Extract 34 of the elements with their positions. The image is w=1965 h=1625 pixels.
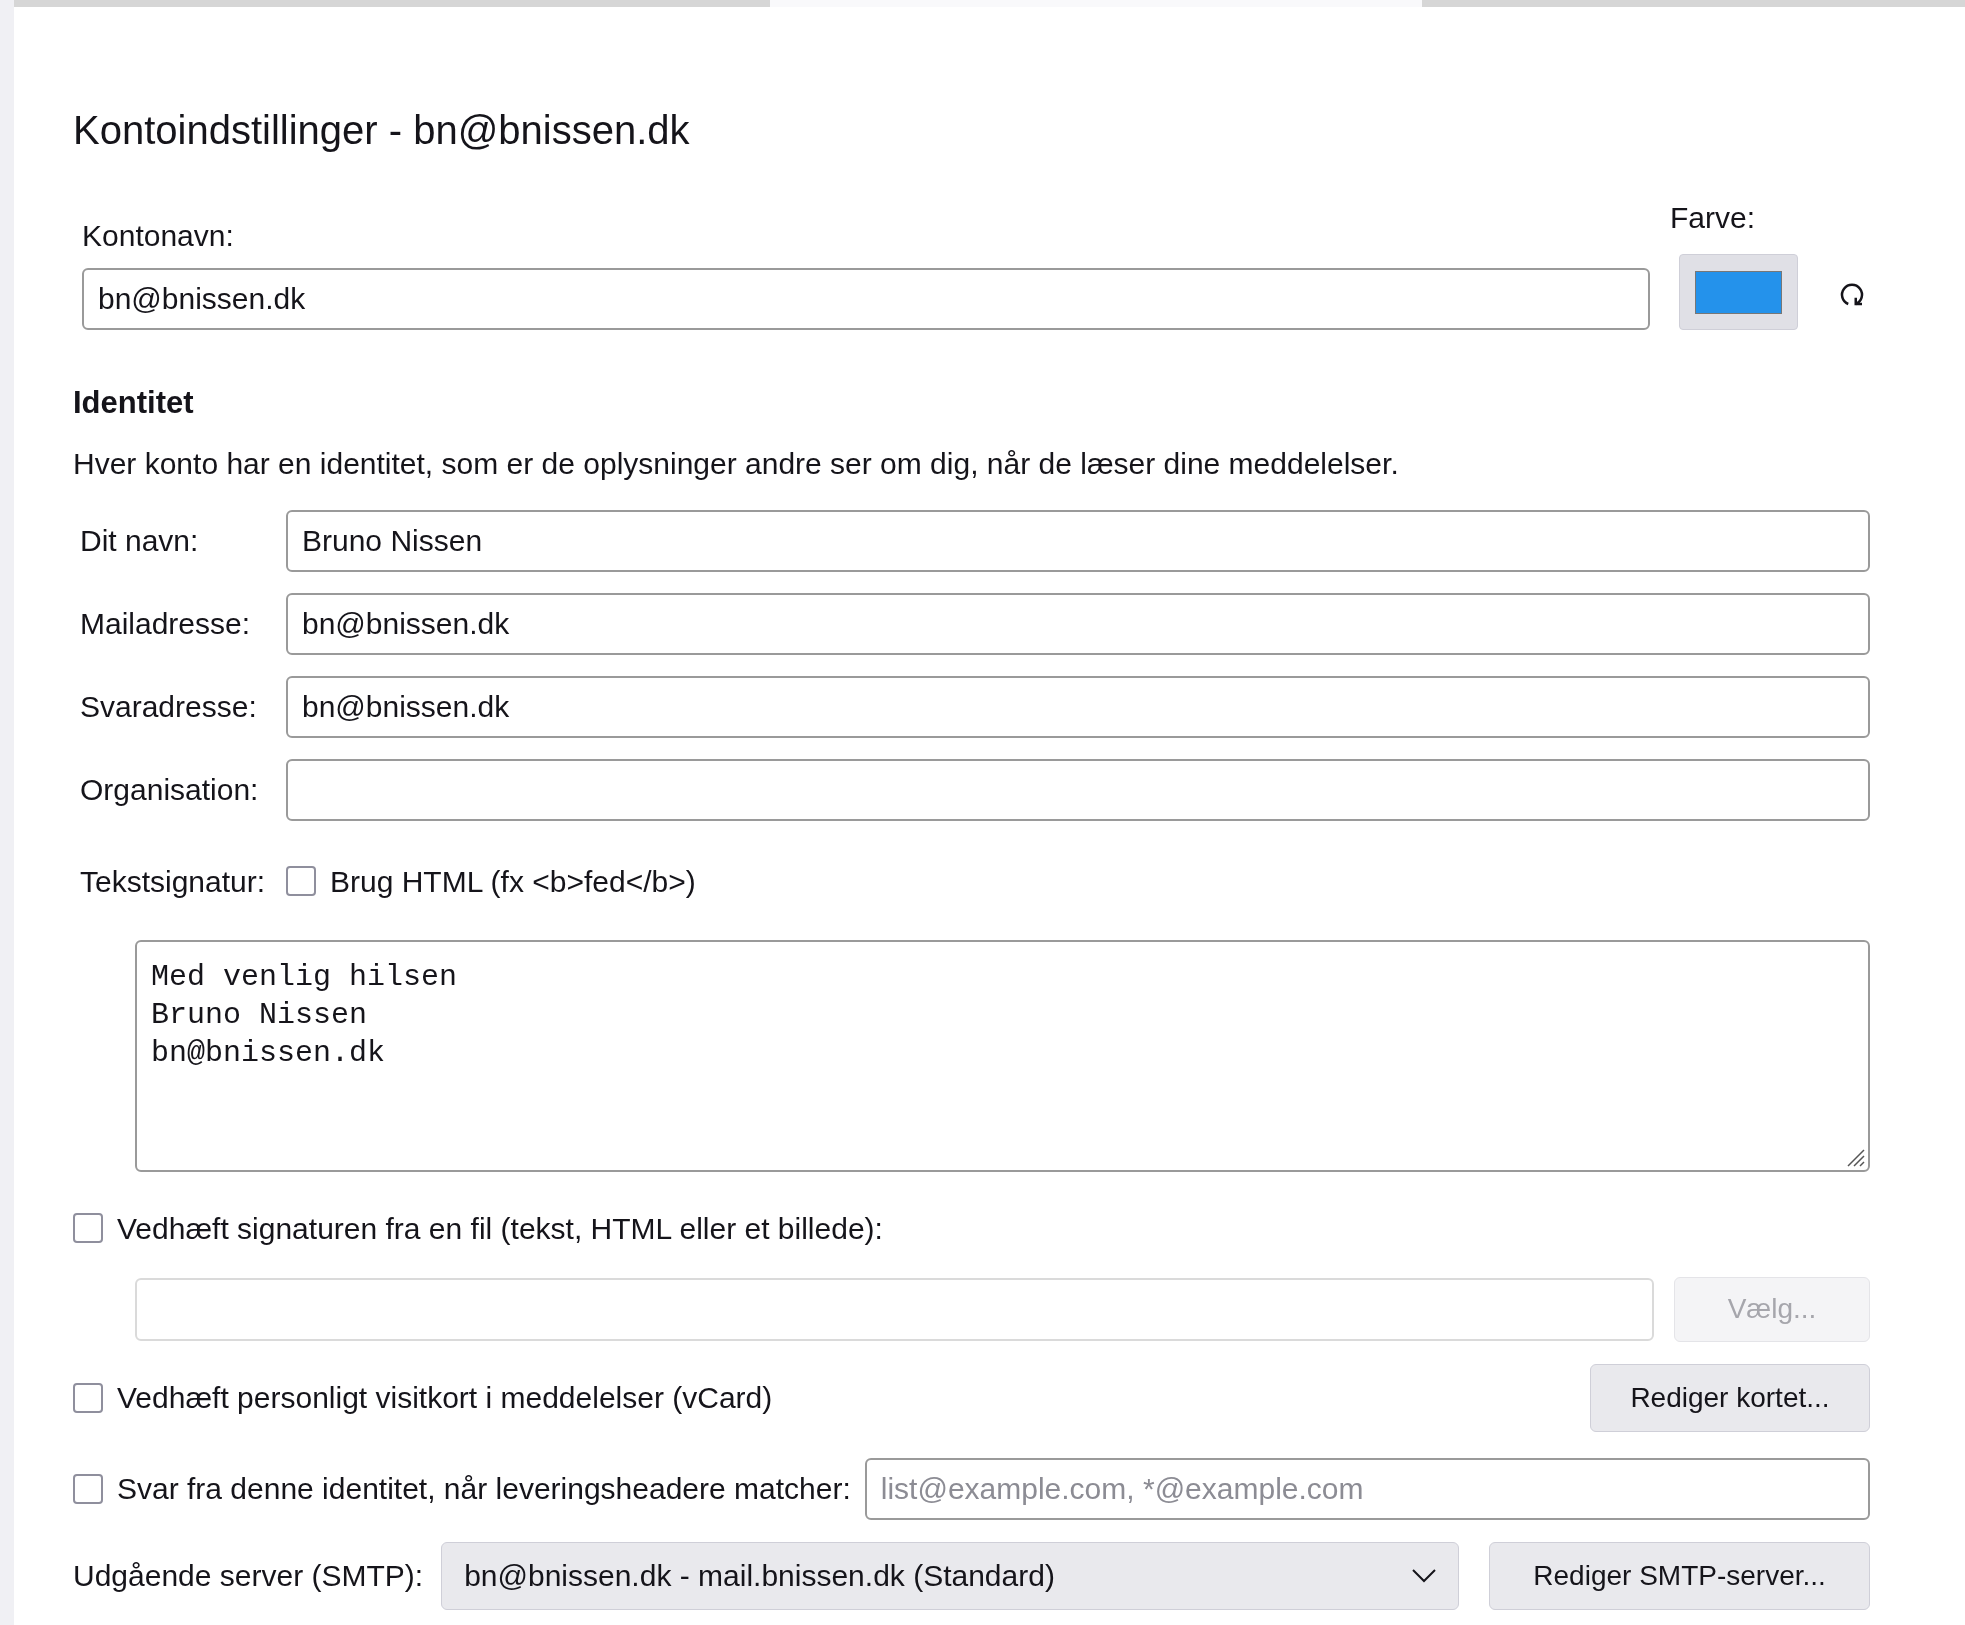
field-label: Mailadresse:	[79, 606, 252, 642]
section-description: Hver konto har en identitet, som er de oplysninger andre ser om dig, når de læser dine meddelelser.	[73, 445, 1399, 482]
input-field[interactable]: bn@bnissen.dk	[82, 268, 1650, 330]
input-field[interactable]: bn@bnissen.dk	[286, 675, 1870, 738]
section-heading: Identitet	[73, 384, 194, 422]
field-label: Farve:	[1670, 200, 1756, 236]
field-label: Svaradresse:	[79, 689, 258, 725]
signature-line: bn@bnissen.dk	[151, 1034, 386, 1072]
checkbox[interactable]	[73, 1382, 103, 1413]
edit-smtp-button[interactable]: Rediger SMTP-server...	[1489, 1541, 1870, 1610]
input-field[interactable]: bn@bnissen.dk	[286, 592, 1870, 655]
chevron-down-icon	[1412, 1568, 1437, 1583]
field-label: Kontonavn:	[82, 218, 234, 254]
checkbox-label: Brug HTML (fx <b>fed</b>)	[330, 863, 696, 900]
input-field[interactable]: list@example.com, *@example.com	[864, 1457, 1870, 1520]
checkbox[interactable]	[73, 1473, 103, 1504]
smtp-dropdown[interactable]: bn@bnissen.dk - mail.bnissen.dk (Standard)	[441, 1541, 1460, 1610]
checkbox-label: Vedhæft personligt visitkort i meddelelser (vCard)	[117, 1380, 774, 1416]
input-field[interactable]: Bruno Nissen	[286, 509, 1870, 572]
color-button[interactable]	[1679, 254, 1798, 330]
signature-textarea[interactable]: Med venlig hilsen Bruno Nissen bn@bnissen.dk	[135, 939, 1870, 1172]
field-label: Organisation:	[79, 772, 260, 808]
checkbox-label: Svar fra denne identitet, når leveringsheadere matcher:	[117, 1471, 851, 1507]
edit-card-button[interactable]: Rediger kortet...	[1590, 1363, 1870, 1432]
field-label: Dit navn:	[79, 523, 200, 559]
input-field[interactable]	[286, 758, 1870, 821]
page-title: Kontoindstillinger - bn@bnissen.dk	[73, 107, 690, 154]
signature-line: Med venlig hilsen	[151, 958, 458, 996]
checkbox[interactable]	[73, 1213, 103, 1243]
checkbox-label: Vedhæft signaturen fra en fil (tekst, HTML eller et billede):	[117, 1210, 883, 1247]
checkbox[interactable]	[286, 866, 316, 896]
field-label: Tekstsignatur:	[80, 863, 267, 900]
signature-line: Bruno Nissen	[151, 996, 368, 1034]
field-label: Udgående server (SMTP):	[73, 1558, 424, 1594]
